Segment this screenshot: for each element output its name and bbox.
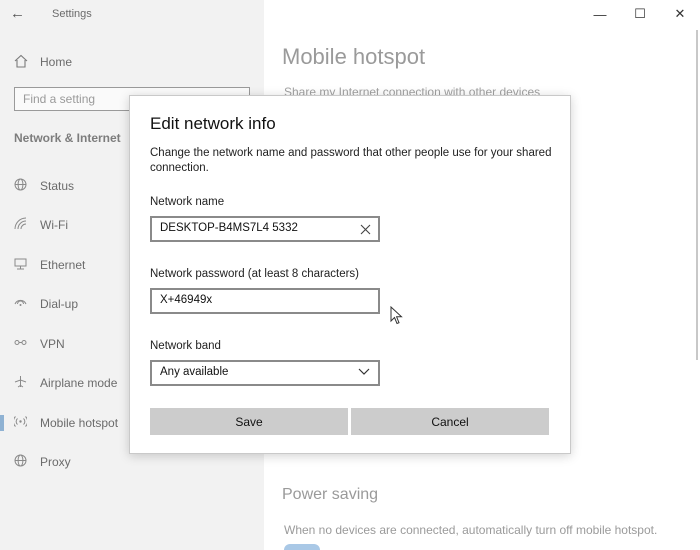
globe-icon xyxy=(13,454,27,470)
network-name-label: Network name xyxy=(150,196,225,208)
sidebar-item-proxy[interactable]: Proxy xyxy=(0,452,264,472)
sidebar-item-label: Dial-up xyxy=(40,297,79,311)
save-button[interactable]: Save xyxy=(150,408,348,435)
maximize-icon[interactable]: ☐ xyxy=(620,0,660,28)
airplane-icon xyxy=(13,375,27,391)
network-password-field[interactable]: X+46949x xyxy=(150,288,380,314)
window-title: Settings xyxy=(52,8,92,20)
sidebar-item-label: Home xyxy=(40,55,73,69)
back-icon[interactable]: ← xyxy=(10,5,30,23)
network-name-field[interactable]: DESKTOP-B4MS7L4 5332 xyxy=(150,216,380,242)
clear-icon[interactable] xyxy=(358,223,372,238)
sidebar-item-label: Proxy xyxy=(40,455,71,469)
section-title: Network & Internet xyxy=(14,131,121,145)
power-saving-title: Power saving xyxy=(282,486,379,503)
edit-network-dialog: Edit network info Change the network nam… xyxy=(129,95,571,454)
sidebar-item-label: Ethernet xyxy=(40,258,86,272)
cancel-button[interactable]: Cancel xyxy=(351,408,549,435)
ethernet-icon xyxy=(13,257,27,273)
dialog-title: Edit network info xyxy=(150,114,276,133)
mouse-cursor-icon xyxy=(390,305,404,331)
page-title: Mobile hotspot xyxy=(282,44,426,69)
close-icon[interactable]: ✕ xyxy=(660,0,700,28)
active-indicator xyxy=(0,415,4,431)
sidebar-item-label: Status xyxy=(40,179,75,193)
dialog-description: Change the network name and password tha… xyxy=(150,147,552,174)
scrollbar[interactable] xyxy=(696,30,698,360)
power-saving-toggle[interactable] xyxy=(284,544,320,550)
home-icon xyxy=(14,54,28,71)
wifi-icon xyxy=(13,217,27,233)
chevron-down-icon xyxy=(358,365,370,380)
sidebar-item-label: Airplane mode xyxy=(40,376,118,390)
sidebar-item-home[interactable]: Home xyxy=(14,52,72,72)
vpn-icon xyxy=(13,336,27,352)
settings-window: ← Settings Home Find a setting Network &… xyxy=(0,0,700,550)
network-band-value: Any available xyxy=(160,366,229,378)
power-saving-description: When no devices are connected, automatic… xyxy=(284,523,658,537)
sidebar-item-label: Mobile hotspot xyxy=(40,416,119,430)
globe-icon xyxy=(13,178,27,194)
sidebar-item-label: VPN xyxy=(40,337,65,351)
network-password-label: Network password (at least 8 characters) xyxy=(150,268,359,280)
hotspot-icon xyxy=(12,415,28,431)
minimize-icon[interactable]: — xyxy=(580,0,620,28)
window-controls: — ☐ ✕ xyxy=(580,0,700,28)
dialup-icon xyxy=(13,296,27,312)
sidebar-item-label: Wi-Fi xyxy=(40,218,68,232)
network-band-label: Network band xyxy=(150,340,221,352)
network-band-select[interactable]: Any available xyxy=(150,360,380,386)
